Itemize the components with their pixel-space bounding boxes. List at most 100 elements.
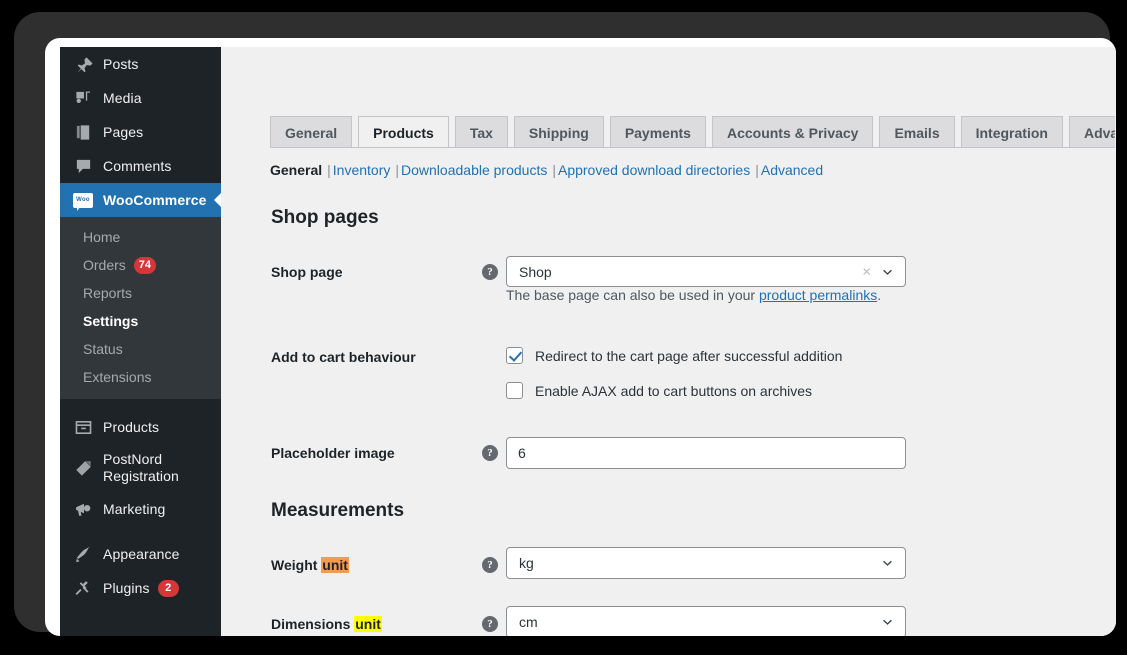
enable-ajax-label: Enable AJAX add to cart buttons on archi…	[535, 382, 813, 399]
redirect-to-cart-label: Redirect to the cart page after successf…	[535, 347, 843, 364]
sidebar-item-appearance[interactable]: Appearance	[60, 537, 221, 571]
sidebar-item-media[interactable]: Media	[60, 81, 221, 115]
shop-page-select[interactable]: Shop ×	[506, 256, 906, 287]
sidebar-item-postnord-registration[interactable]: PostNord Registration	[60, 444, 221, 492]
weight-unit-select[interactable]: kg	[506, 547, 906, 579]
sidebar-subitem-label: Extensions	[83, 369, 152, 385]
dimensions-unit-label-prefix: Dimensions	[271, 616, 355, 632]
weight-unit-label: Weight unit	[271, 556, 476, 574]
tab-products[interactable]: Products	[358, 116, 449, 148]
product-permalinks-link[interactable]: product permalinks	[759, 287, 877, 303]
sidebar-subitem-orders[interactable]: Orders 74	[60, 251, 221, 279]
sidebar-item-label: WooCommerce	[103, 191, 207, 208]
sidebar-item-posts[interactable]: Posts	[60, 47, 221, 81]
subnav-item-advanced[interactable]: Advanced	[761, 162, 823, 178]
sidebar-item-label: Pages	[103, 123, 144, 140]
dimensions-unit-value: cm	[519, 614, 538, 630]
chevron-down-icon[interactable]	[881, 616, 894, 629]
sidebar-item-woocommerce[interactable]: Woo WooCommerce	[60, 183, 222, 217]
sidebar-divider	[60, 526, 221, 537]
sidebar-item-label: Plugins	[103, 579, 150, 596]
desc-text-before: The base page can also be used in your	[506, 287, 759, 303]
chevron-down-icon[interactable]	[881, 557, 894, 570]
tab-emails[interactable]: Emails	[879, 116, 955, 148]
sidebar-divider	[60, 399, 221, 410]
help-icon[interactable]: ?	[482, 616, 498, 632]
help-icon[interactable]: ?	[482, 264, 498, 280]
subnav-item-general: General	[270, 162, 323, 178]
woocommerce-icon: Woo	[72, 190, 94, 211]
placeholder-image-control: 6	[506, 437, 906, 469]
sidebar-subitem-settings[interactable]: Settings	[60, 307, 221, 335]
enable-ajax-checkbox[interactable]	[506, 382, 523, 399]
sidebar-subitem-reports[interactable]: Reports	[60, 279, 221, 307]
help-icon[interactable]: ?	[482, 557, 498, 573]
tab-tax[interactable]: Tax	[454, 116, 508, 148]
products-icon	[72, 417, 94, 437]
sidebar-item-comments[interactable]: Comments	[60, 149, 221, 183]
sidebar-item-label: Media	[103, 89, 142, 106]
clear-selection-icon[interactable]: ×	[862, 264, 871, 279]
subnav-separator: |	[755, 162, 759, 178]
plugin-icon	[72, 578, 94, 598]
plugins-count-badge: 2	[157, 579, 179, 597]
tab-advanced[interactable]: Advanced	[1068, 116, 1116, 148]
sidebar-subitem-label: Orders	[83, 257, 126, 273]
weight-unit-highlight: unit	[321, 557, 349, 573]
chevron-down-icon[interactable]	[881, 265, 894, 278]
sidebar-subitem-home[interactable]: Home	[60, 223, 221, 251]
checkbox-row-enable-ajax[interactable]: Enable AJAX add to cart buttons on archi…	[506, 382, 812, 399]
tab-payments[interactable]: Payments	[609, 116, 706, 148]
woo-logo-badge: Woo	[73, 192, 93, 211]
sidebar-subitem-label: Reports	[83, 285, 133, 301]
settings-tab-bar: General Products Tax Shipping Payments A…	[270, 116, 1116, 148]
window-surface: Posts Media Pages Comments Woo WooCommer…	[45, 38, 1116, 636]
pin-icon	[72, 54, 94, 74]
sidebar-subitem-label: Status	[83, 341, 123, 357]
tab-accounts-privacy[interactable]: Accounts & Privacy	[711, 116, 874, 148]
orders-count-badge: 74	[133, 256, 157, 274]
subnav-separator: |	[552, 162, 556, 178]
sidebar-item-pages[interactable]: Pages	[60, 115, 221, 149]
sidebar-subitem-status[interactable]: Status	[60, 335, 221, 363]
shop-page-control: Shop ×	[506, 256, 906, 287]
shop-page-description: The base page can also be used in your p…	[506, 287, 881, 303]
subnav-item-approved-download-directories[interactable]: Approved download directories	[558, 162, 750, 178]
shop-page-value: Shop	[519, 263, 552, 280]
sidebar-item-label: Comments	[103, 157, 172, 174]
tab-integration[interactable]: Integration	[960, 116, 1063, 148]
dimensions-unit-select[interactable]: cm	[506, 606, 906, 636]
admin-sidebar: Posts Media Pages Comments Woo WooCommer…	[60, 47, 222, 636]
checkbox-row-redirect-to-cart[interactable]: Redirect to the cart page after successf…	[506, 347, 842, 364]
sidebar-subitem-label: Settings	[83, 313, 139, 329]
sidebar-item-marketing[interactable]: Marketing	[60, 492, 221, 526]
redirect-to-cart-checkbox[interactable]	[506, 347, 523, 364]
tab-general[interactable]: General	[270, 116, 353, 148]
add-to-cart-behaviour-label: Add to cart behaviour	[271, 349, 416, 365]
postnord-icon	[72, 458, 94, 478]
subnav-item-downloadable-products[interactable]: Downloadable products	[401, 162, 547, 178]
placeholder-image-label: Placeholder image	[271, 445, 395, 461]
shop-page-label: Shop page	[271, 264, 343, 280]
sidebar-item-label: PostNord Registration	[103, 451, 179, 484]
section-heading-measurements: Measurements	[271, 500, 405, 521]
sidebar-subitem-label: Home	[83, 229, 121, 245]
weight-unit-label-prefix: Weight	[271, 557, 322, 573]
placeholder-image-input[interactable]: 6	[506, 437, 906, 469]
sidebar-item-plugins[interactable]: Plugins 2	[60, 571, 221, 605]
media-icon	[72, 88, 94, 108]
desc-text-after: .	[877, 287, 882, 303]
content-right-edge	[1115, 47, 1116, 636]
subnav-item-inventory[interactable]: Inventory	[333, 162, 391, 178]
tab-shipping[interactable]: Shipping	[513, 116, 604, 148]
help-icon[interactable]: ?	[482, 445, 498, 461]
sidebar-item-label: Products	[103, 418, 160, 435]
sidebar-subitem-extensions[interactable]: Extensions	[60, 363, 221, 391]
tab-bar-underline	[270, 147, 1116, 148]
subnav-separator: |	[395, 162, 400, 178]
section-heading-shop-pages: Shop pages	[271, 207, 379, 228]
dimensions-unit-highlight: unit	[354, 616, 382, 632]
settings-content-area: General Products Tax Shipping Payments A…	[221, 47, 1116, 636]
sidebar-item-products[interactable]: Products	[60, 410, 221, 444]
dimensions-unit-label: Dimensions unit	[271, 615, 476, 633]
